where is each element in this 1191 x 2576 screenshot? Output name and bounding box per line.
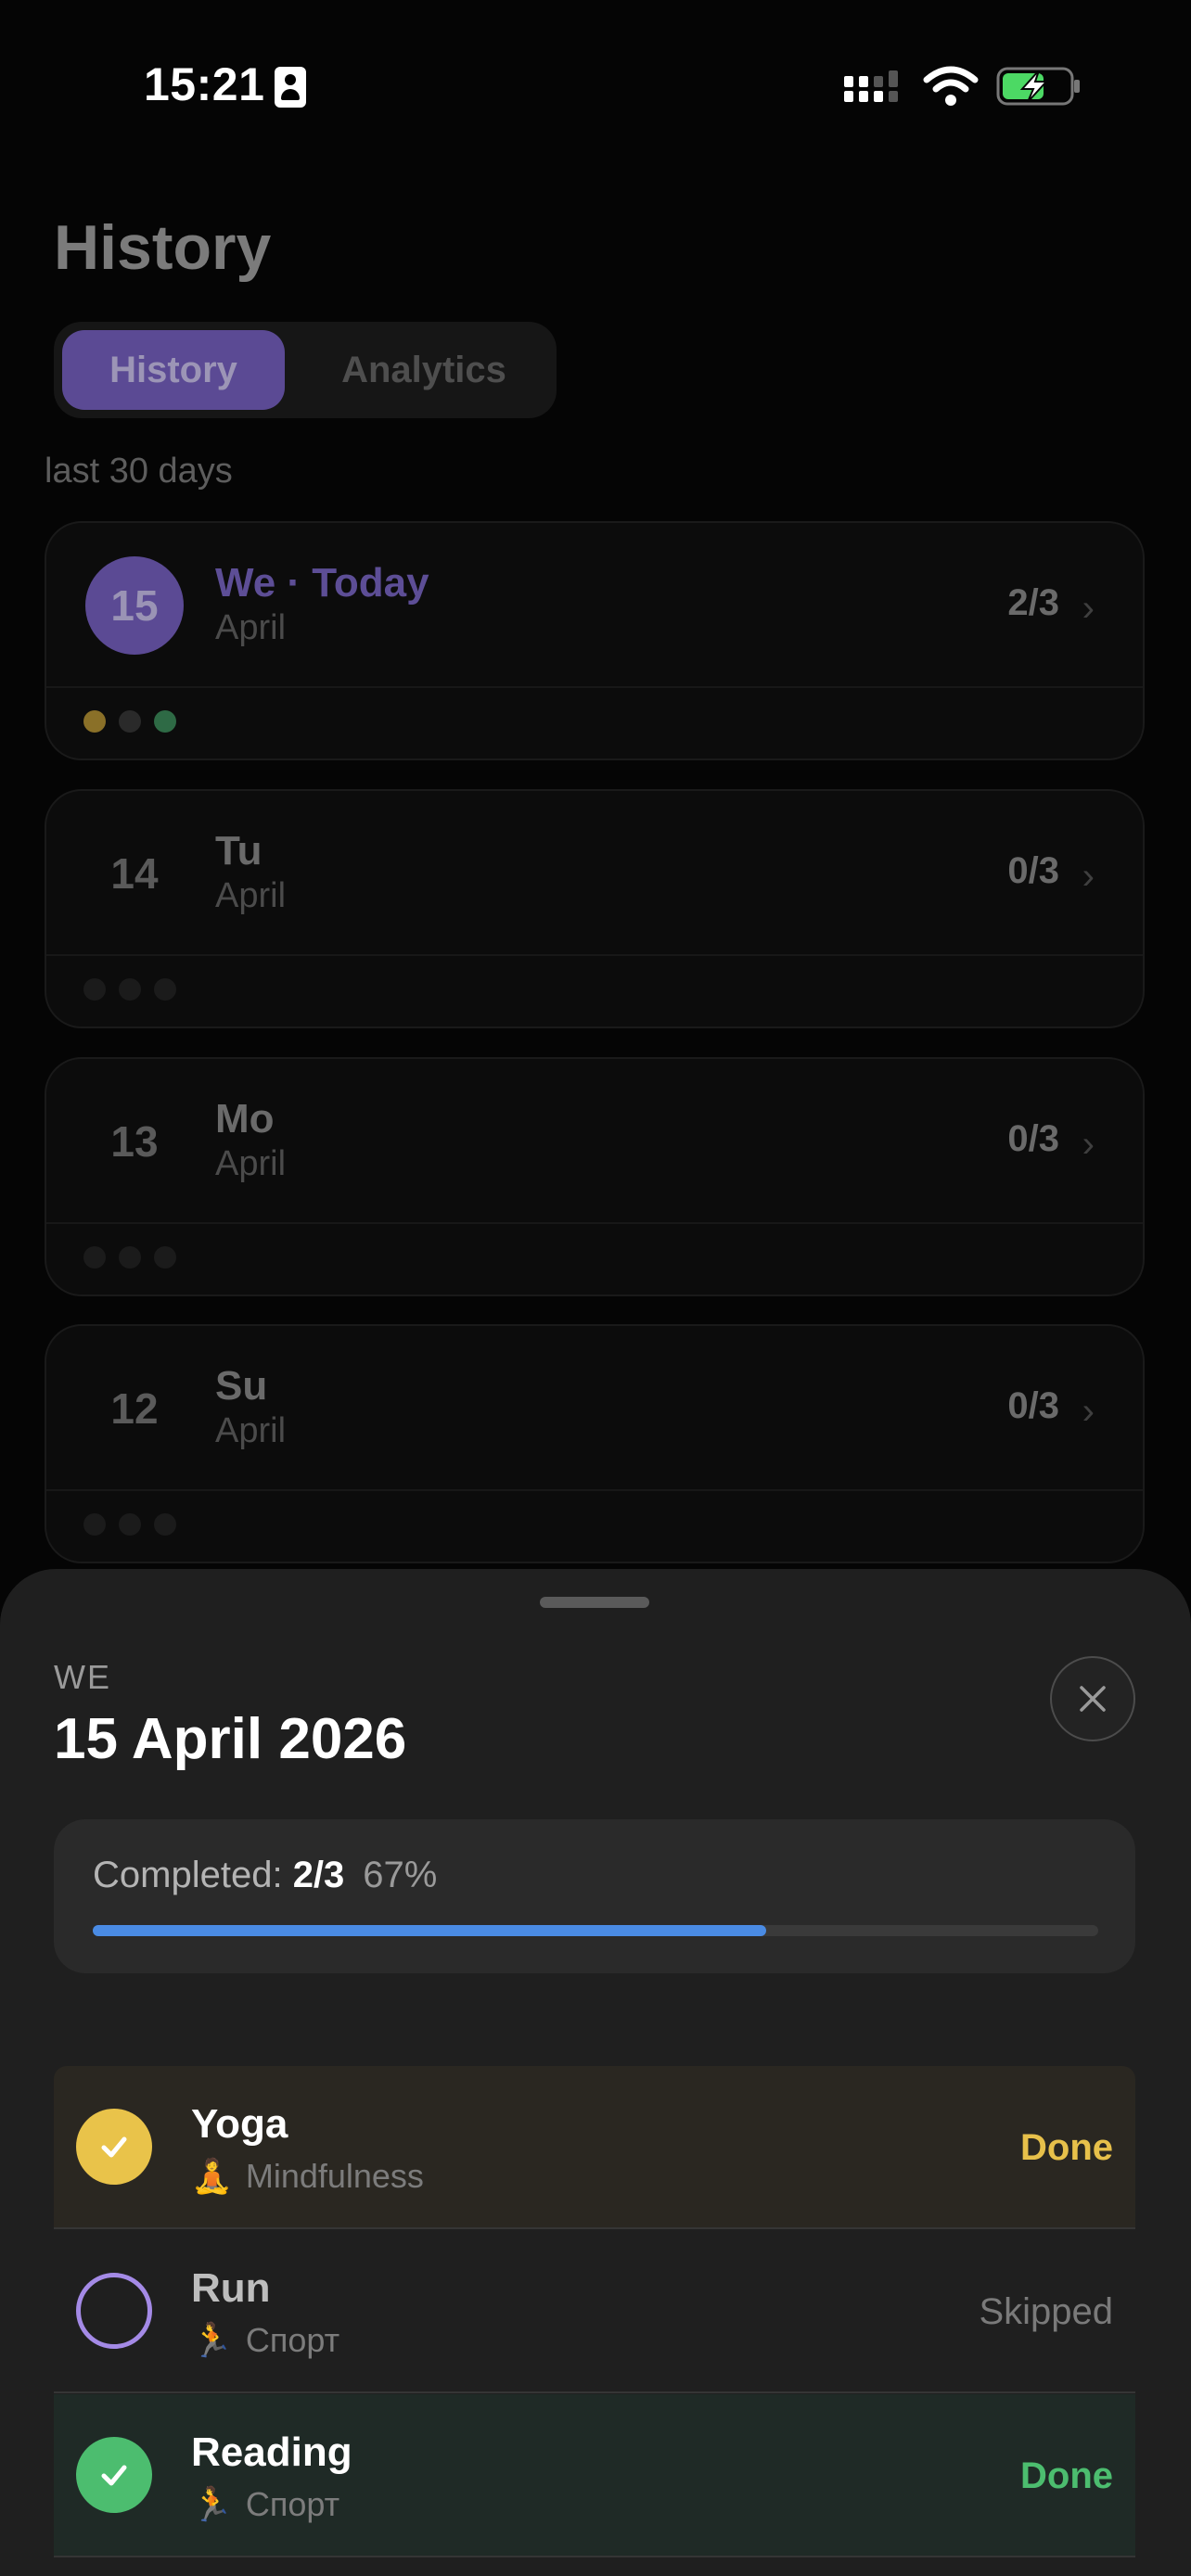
tab-analytics[interactable]: Analytics [297, 330, 551, 410]
habit-dot [83, 1246, 106, 1269]
progress-label: Completed: [93, 1855, 283, 1895]
day-card-15[interactable]: 15 We · Today April 2/3 › [45, 521, 1145, 760]
habit-dot [154, 1513, 176, 1536]
habit-dot [154, 1246, 176, 1269]
chevron-right-icon: › [1082, 1391, 1095, 1432]
progress-bar [93, 1925, 1098, 1936]
day-detail-sheet: WE 15 April 2026 Completed: 2/3 67% Yoga … [0, 1569, 1191, 2576]
habit-dot [154, 978, 176, 1001]
status-time: 15:21 [144, 58, 265, 110]
task-name: Run [191, 2265, 271, 2311]
close-button[interactable] [1050, 1656, 1135, 1741]
day-card-13[interactable]: 13 Mo April 0/3 › [45, 1057, 1145, 1296]
range-label: last 30 days [45, 452, 233, 491]
battery-charging-icon [996, 67, 1080, 106]
sheet-grabber[interactable] [540, 1597, 649, 1608]
task-category-label: Спорт [245, 2485, 340, 2523]
task-name: Reading [191, 2429, 352, 2475]
wifi-icon [923, 66, 979, 106]
day-number: 13 [110, 1117, 159, 1166]
task-status: Done [1020, 2127, 1113, 2168]
habit-dot [83, 710, 106, 733]
task-category-label: Mindfulness [245, 2157, 424, 2195]
habit-dot [119, 1513, 141, 1536]
day-name: Mo [215, 1096, 275, 1141]
divider [46, 1489, 1143, 1491]
progress-fraction: 2/3 [292, 1855, 345, 1895]
day-count: 2/3 [1007, 582, 1059, 623]
runner-emoji-icon: 🏃 [191, 2321, 233, 2359]
divider [46, 954, 1143, 956]
day-month: April [215, 608, 287, 647]
contact-card-icon [275, 67, 306, 108]
task-category: 🏃 Спорт [191, 2321, 339, 2360]
task-category: 🧘 Mindfulness [191, 2157, 424, 2196]
task-checkbox[interactable] [76, 2273, 152, 2349]
runner-emoji-icon: 🏃 [191, 2485, 233, 2523]
habit-dots [83, 1513, 176, 1536]
chevron-right-icon: › [1082, 588, 1095, 629]
status-bar: 15:21 [0, 0, 1191, 176]
chevron-right-icon: › [1082, 856, 1095, 897]
sheet-weekday: WE [54, 1658, 111, 1696]
tab-history[interactable]: History [62, 330, 285, 410]
day-name: Su [215, 1363, 268, 1409]
progress-bar-fill [93, 1925, 767, 1936]
day-number: 14 [110, 849, 159, 898]
task-checkbox[interactable] [76, 2437, 152, 2513]
day-count: 0/3 [1007, 1385, 1059, 1426]
progress-percent: 67% [363, 1855, 438, 1895]
segmented-control: History Analytics [54, 322, 557, 418]
chevron-right-icon: › [1082, 1124, 1095, 1165]
day-card-14[interactable]: 14 Tu April 0/3 › [45, 789, 1145, 1028]
habit-dot [154, 710, 176, 733]
habit-dot [119, 710, 141, 733]
progress-summary: Completed: 2/3 67% [93, 1855, 437, 1896]
close-icon [1080, 1686, 1106, 1712]
day-number: 15 [85, 556, 184, 655]
cellular-signal-icon [844, 70, 898, 102]
habit-dots [83, 978, 176, 1001]
checkmark-icon [101, 2136, 127, 2158]
checkmark-icon [101, 2465, 127, 2486]
divider [46, 1222, 1143, 1224]
day-card-12[interactable]: 12 Su April 0/3 › [45, 1324, 1145, 1563]
task-row-run[interactable]: Run 🏃 Спорт Skipped [54, 2230, 1135, 2393]
day-month: April [215, 1144, 287, 1183]
habit-dots [83, 1246, 176, 1269]
habit-dot [83, 1513, 106, 1536]
task-name: Yoga [191, 2101, 288, 2147]
sheet-date: 15 April 2026 [54, 1707, 407, 1771]
habit-dot [119, 1246, 141, 1269]
task-row-reading[interactable]: Reading 🏃 Спорт Done [54, 2394, 1135, 2557]
habit-dot [83, 978, 106, 1001]
divider [46, 686, 1143, 688]
task-row-yoga[interactable]: Yoga 🧘 Mindfulness Done [54, 2066, 1135, 2229]
day-month: April [215, 876, 287, 915]
day-count: 0/3 [1007, 850, 1059, 891]
day-name: We · Today [215, 560, 429, 606]
day-count: 0/3 [1007, 1118, 1059, 1159]
task-status: Done [1020, 2455, 1113, 2496]
day-name: Tu [215, 828, 263, 874]
habit-dots [83, 710, 176, 733]
task-category-label: Спорт [245, 2321, 340, 2359]
task-checkbox[interactable] [76, 2109, 152, 2185]
day-number: 12 [110, 1384, 159, 1433]
task-category: 🏃 Спорт [191, 2485, 339, 2524]
day-month: April [215, 1411, 287, 1450]
task-status: Skipped [979, 2291, 1113, 2332]
page-title: History [54, 212, 272, 283]
progress-card: Completed: 2/3 67% [54, 1819, 1135, 1973]
meditation-emoji-icon: 🧘 [191, 2157, 233, 2195]
habit-dot [119, 978, 141, 1001]
